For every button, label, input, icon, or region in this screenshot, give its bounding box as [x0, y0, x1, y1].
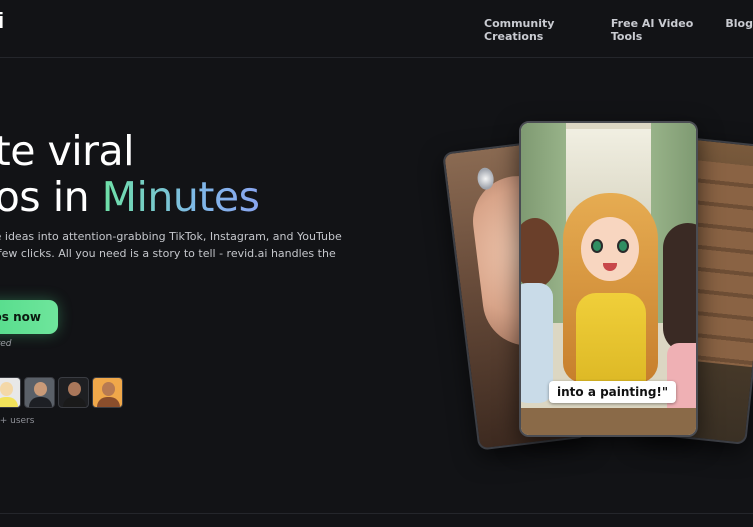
showcase-card-center[interactable]: into a painting!" [519, 121, 698, 437]
nav-community-creations[interactable]: Community Creations [484, 17, 588, 43]
hero-title-line2-prefix: eos in [0, 173, 90, 221]
hero-title: ate viral eos in Minutes [0, 128, 390, 220]
eye-icon [617, 239, 629, 253]
nav-free-ai-video-tools[interactable]: Free AI Video Tools [611, 17, 703, 43]
girl-face [581, 217, 639, 281]
avatar [92, 377, 123, 408]
nav-blog[interactable]: Blog [725, 17, 753, 43]
eye-icon [591, 239, 603, 253]
section-divider [0, 513, 753, 514]
landing-page: i Community Creations Free AI Video Tool… [0, 0, 753, 527]
avatar-icon [0, 382, 13, 396]
hero-description-line1: ative ideas into attention-grabbing TikT… [0, 230, 342, 243]
avatar-icon [68, 382, 81, 396]
top-nav: Community Creations Free AI Video Tools … [484, 17, 753, 43]
hero-description-line2: st a few clicks. All you need is a story… [0, 247, 336, 260]
avatar [0, 377, 21, 408]
video-caption: into a painting!" [549, 381, 677, 403]
hero-title-line1: ate viral [0, 127, 134, 175]
create-videos-button[interactable]: eos now [0, 300, 58, 334]
girl-right-figure [663, 223, 696, 353]
hero-title-accent: Minutes [101, 173, 260, 221]
avatar [24, 377, 55, 408]
users-count: 8+ users [0, 416, 35, 426]
avatar-icon [102, 382, 115, 396]
logo[interactable]: i [0, 8, 4, 34]
hero-description: ative ideas into attention-grabbing TikT… [0, 228, 364, 262]
cta-note: ired [0, 339, 12, 349]
avatar [58, 377, 89, 408]
table [521, 408, 696, 435]
avatar-icon [34, 382, 47, 396]
user-avatars [0, 377, 123, 408]
header: i Community Creations Free AI Video Tool… [0, 0, 753, 58]
boy-body [521, 283, 553, 403]
